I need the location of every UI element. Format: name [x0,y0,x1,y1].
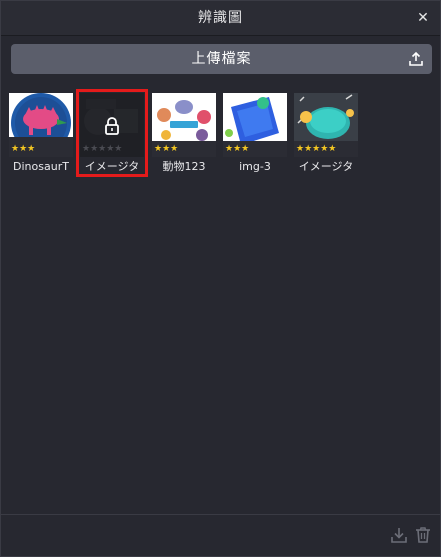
star-rating: ★★★ [11,144,36,154]
upload-icon [409,51,423,66]
title-bar: 辨識圖 ✕ [1,1,440,36]
image-card-label: 動物123 [162,160,206,173]
star-rating: ★★★ [225,144,250,154]
image-card-label: DinosaurT [13,160,69,173]
upload-button-label: 上傳檔案 [191,51,252,67]
image-card[interactable]: ★★★ img-3 [223,93,287,179]
trash-icon[interactable] [414,526,432,544]
star-rating: ★★★ [154,144,179,154]
star-rating: ★★★★★ [82,144,123,154]
star-rating: ★★★★★ [296,144,337,154]
image-card-label: img-3 [239,160,271,173]
image-card-locked[interactable]: ★★★★★ イメージタ [76,89,148,179]
image-card-label: イメージタ [298,160,354,173]
image-card[interactable]: ★★★★★ イメージタ [294,93,358,179]
upload-file-button[interactable]: 上傳檔案 [11,44,432,74]
lock-icon [105,117,119,135]
download-icon[interactable] [390,526,408,544]
close-icon[interactable]: ✕ [414,9,432,27]
image-card[interactable]: ★★★ 動物123 [152,93,216,179]
panel-title: 辨識圖 [198,10,243,26]
image-card[interactable]: ★★★ DinosaurT [9,93,73,179]
image-card-label: イメージタ [84,160,140,173]
recognition-panel: 辨識圖 ✕ 上傳檔案 ★★★ DinosaurT ★★★★★ イメージタ ★★★… [0,0,441,557]
footer-divider [1,514,440,515]
